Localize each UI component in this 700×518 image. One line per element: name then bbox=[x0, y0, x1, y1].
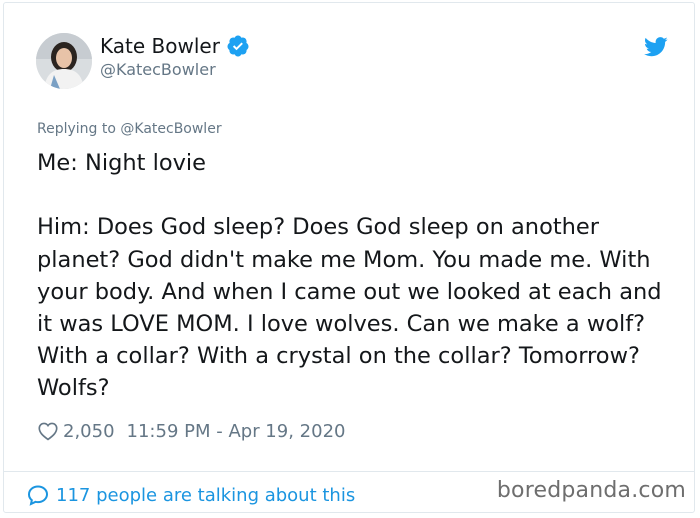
tweet-timestamp[interactable]: 11:59 PM - Apr 19, 2020 bbox=[127, 421, 346, 442]
tweet-card: Kate Bowler @KatecBowler Replying to @Ka… bbox=[3, 2, 695, 513]
author-block: Kate Bowler @KatecBowler bbox=[100, 33, 250, 81]
author-handle[interactable]: @KatecBowler bbox=[100, 59, 250, 81]
watermark: boredpanda.com bbox=[496, 478, 686, 503]
verified-badge-icon bbox=[226, 34, 250, 58]
replying-to-label[interactable]: Replying to @KatecBowler bbox=[37, 121, 222, 137]
divider bbox=[4, 471, 694, 472]
author-name[interactable]: Kate Bowler bbox=[100, 33, 220, 59]
tweet-text: Me: Night lovie Him: Does God sleep? Doe… bbox=[37, 150, 662, 402]
tweet-meta: 2,050 11:59 PM - Apr 19, 2020 bbox=[37, 420, 345, 442]
talking-about-label[interactable]: 117 people are talking about this bbox=[56, 485, 355, 506]
like-count[interactable]: 2,050 bbox=[63, 421, 115, 442]
heart-icon[interactable] bbox=[37, 420, 59, 442]
twitter-bird-icon[interactable] bbox=[644, 37, 668, 57]
speech-bubble-icon bbox=[26, 483, 50, 507]
avatar[interactable] bbox=[36, 33, 92, 89]
talking-about-link[interactable]: 117 people are talking about this bbox=[26, 483, 355, 507]
